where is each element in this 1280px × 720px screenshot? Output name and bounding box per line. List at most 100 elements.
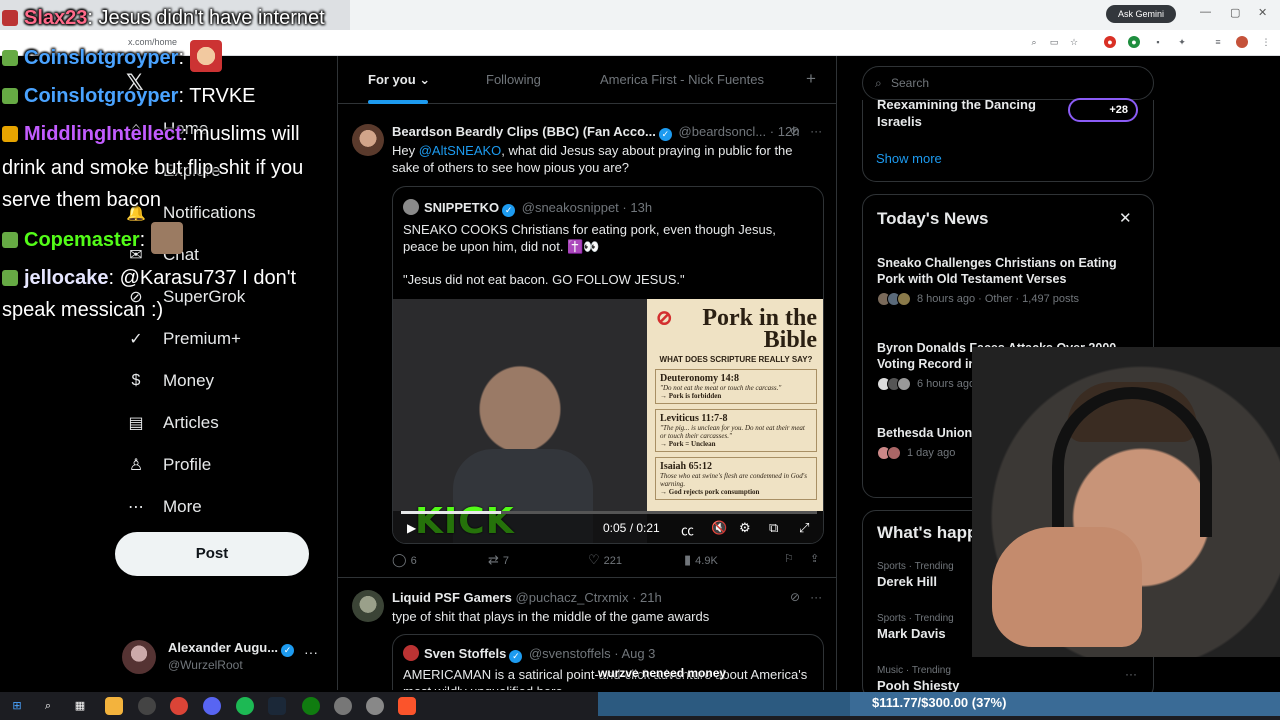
volume-icon[interactable]: 🔇 [711,520,727,536]
extension-icon[interactable]: ▪ [1152,36,1164,48]
share-icon[interactable]: ⇪ [810,552,819,565]
video-progress[interactable] [401,511,817,514]
account-switcher[interactable]: Alexander Augu... ✓ @WurzelRoot ··· [122,638,322,678]
windows-start-icon[interactable]: ⊞ [8,697,26,715]
chat-emote [190,40,223,72]
more-dots-icon[interactable]: ··· [1125,667,1137,681]
tweet-time[interactable]: 21h [640,590,662,605]
task-view-icon[interactable]: ▦ [71,697,89,715]
author-handle[interactable]: @puchacz_Ctrxmix [516,590,629,605]
sidebar-item-money[interactable]: $ Money [125,364,214,398]
sidebar-item-label: Notifications [163,203,256,222]
timeline: For you ⌄ Following America First - Nick… [337,56,837,690]
spotify-icon[interactable] [236,697,254,715]
tab-following[interactable]: Following [486,72,541,87]
avatar-stack-count[interactable]: +28 [1068,98,1138,122]
sidebar-item-label: Articles [163,413,219,432]
captions-icon[interactable]: ㏄ [681,520,694,539]
author-name[interactable]: Beardson Beardly Clips (BBC) (Fan Acco..… [392,124,656,139]
like-button[interactable]: ♡ 221 [588,552,622,568]
sidebar-item-profile[interactable]: ♙ Profile [125,448,211,482]
tab-list[interactable]: America First - Nick Fuentes [600,72,764,87]
avatar [887,446,901,460]
avatar[interactable] [352,590,384,622]
sidebar-item-label: Money [163,371,215,390]
verified-icon: ✓ [281,644,295,657]
file-explorer-icon[interactable] [105,697,123,715]
account-name: Alexander Augu... [168,640,279,655]
tweet-text: Hey @AltSNEAKO, what did Jesus say about… [392,143,793,175]
quote-time: 13h [630,200,653,215]
more-dots-icon[interactable]: ··· [304,644,318,660]
bookmark-star-icon[interactable]: ☆ [1068,36,1080,48]
profile-avatar-icon[interactable] [1236,36,1248,48]
chat-badge-icon [2,10,18,26]
pip-icon[interactable]: ⧉ [769,520,778,536]
brave-icon[interactable] [398,697,416,715]
search-input[interactable]: ⌕ Search [862,66,1154,100]
extension-icon[interactable]: ● [1128,36,1140,48]
steam-icon[interactable] [268,697,286,715]
extensions-puzzle-icon[interactable]: ✦ [1176,36,1188,48]
sidebar-item-articles[interactable]: ▤ Articles [125,406,219,440]
video-player[interactable]: ⊘ Pork in the Bible WHAT DOES SCRIPTURE R… [393,299,823,543]
fullscreen-icon[interactable]: ⤢ [799,520,809,536]
scripture-block: Leviticus 11:7-8 "The pig... is unclean f… [655,409,817,452]
obs-icon[interactable] [138,697,156,715]
timeline-tabs: For you ⌄ Following America First - Nick… [338,56,836,104]
chat-message: Slax23: Jesus didn't have internet [2,2,325,34]
quote-author-name: SNIPPETKO [424,200,500,215]
app-icon[interactable] [366,697,384,715]
more-dots-icon[interactable]: ··· [810,590,822,604]
trend-item[interactable]: Reexamining the Dancing Israelis [877,100,1057,130]
author-name[interactable]: Liquid PSF Gamers [392,590,512,605]
tab-for-you[interactable]: For you ⌄ [368,72,430,88]
money-icon: $ [131,372,141,389]
news-meta: 1 day ago [907,447,956,459]
screen-share-icon[interactable]: ▭ [1048,36,1060,48]
app-icon[interactable] [334,697,352,715]
grok-icon[interactable]: ⊘ [790,124,800,138]
repost-button[interactable]: ⇄ 7 [488,552,509,568]
chat-message: Coinslotgroyper: TRVKE [2,80,256,112]
news-title: Today's News [877,209,989,228]
sidebar-item-premium[interactable]: ✓ Premium+ [125,322,241,356]
xbox-icon[interactable] [302,697,320,715]
scripture-note: → God rejects pork consumption [660,488,760,496]
tweet[interactable]: Liquid PSF Gamers @puchacz_Ctrxmix · 21h… [338,578,836,690]
play-icon[interactable]: ▶ [407,521,416,535]
ask-gemini-button[interactable]: Ask Gemini [1106,5,1176,23]
news-item[interactable]: Sneako Challenges Christians on Eating P… [877,255,1143,306]
search-icon[interactable]: ⌕ [39,697,57,715]
show-more-link[interactable]: Show more [876,151,942,166]
mention-link[interactable]: @AltSNEAKO [419,143,502,158]
close-icon[interactable]: ✕ [1119,209,1132,227]
tweet[interactable]: Beardson Beardly Clips (BBC) (Fan Acco..… [338,104,836,578]
reply-button[interactable]: ◯ 6 [392,552,417,568]
chat-badge-icon [2,232,18,248]
more-dots-icon[interactable]: ··· [810,124,822,138]
menu-icon[interactable]: ≡ [1212,36,1224,48]
chat-message: speak messican :) [2,294,163,326]
post-button[interactable]: Post [115,532,309,576]
settings-gear-icon[interactable]: ⚙ [739,520,751,536]
kebab-menu-icon[interactable]: ⋮ [1260,36,1272,48]
grok-icon[interactable]: ⊘ [790,590,800,604]
trend-item[interactable]: Music · Trending Pooh Shiesty [877,665,1143,693]
bookmark-icon[interactable]: ⚐ [784,552,794,565]
avatar[interactable] [352,124,384,156]
maximize-icon[interactable]: ▢ [1230,6,1240,19]
author-handle[interactable]: @beardsoncl... [679,124,767,139]
minimize-icon[interactable]: — [1200,6,1211,18]
close-window-icon[interactable]: ✕ [1258,6,1267,19]
views-button[interactable]: ▮ 4.9K [684,552,718,568]
add-tab-icon[interactable]: + [806,69,816,89]
quoted-tweet[interactable]: Sven Stoffels ✓ @svenstoffels · Aug 3 AME… [392,634,824,690]
quoted-tweet[interactable]: SNIPPETKO ✓ @sneakosnippet · 13h SNEAKO C… [392,186,824,544]
sidebar-item-more[interactable]: ⋯ More [125,490,202,524]
chat-message: drink and smoke but flip shit if you [2,152,303,184]
extension-icon[interactable]: ● [1104,36,1116,48]
chrome-icon[interactable] [170,697,188,715]
zoom-icon[interactable]: ⌕ [1028,36,1040,48]
discord-icon[interactable] [203,697,221,715]
